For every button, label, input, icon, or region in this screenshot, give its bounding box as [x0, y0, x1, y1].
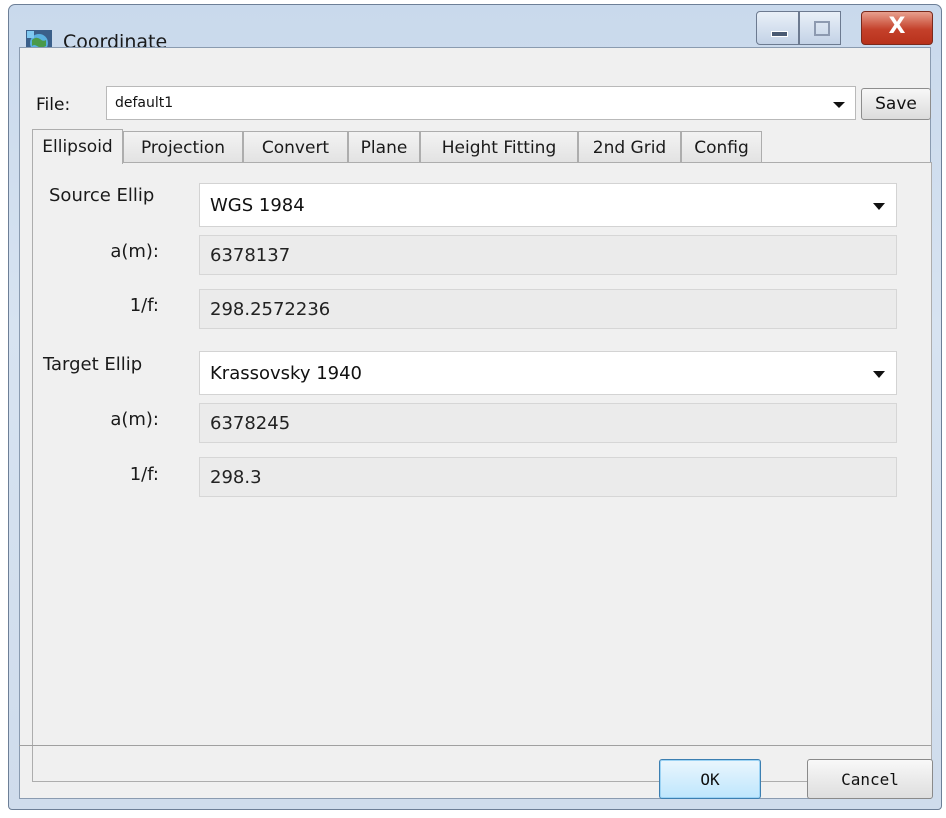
- target-f-field: 298.3: [199, 457, 897, 497]
- source-ellip-label: Source Ellip: [49, 185, 155, 206]
- source-ellip-value: WGS 1984: [210, 195, 305, 216]
- source-f-field: 298.2572236: [199, 289, 897, 329]
- tab-2nd-grid[interactable]: 2nd Grid: [578, 131, 681, 163]
- footer-divider: [19, 745, 931, 746]
- target-a-label: a(m):: [110, 409, 159, 430]
- tab-projection[interactable]: Projection: [123, 131, 243, 163]
- target-a-field: 6378245: [199, 403, 897, 443]
- chevron-down-icon[interactable]: [827, 95, 851, 113]
- source-f-label: 1/f:: [129, 295, 159, 316]
- source-a-field: 6378137: [199, 235, 897, 275]
- dialog-window: Coordinate X File: default1 Save Ellipso…: [8, 4, 942, 810]
- source-f-value: 298.2572236: [210, 299, 331, 320]
- maximize-button[interactable]: [799, 11, 841, 45]
- target-a-value: 6378245: [210, 413, 291, 434]
- dialog-client-area: File: default1 Save Ellipsoid Projection…: [19, 47, 932, 799]
- tab-plane[interactable]: Plane: [348, 131, 420, 163]
- source-a-value: 6378137: [210, 245, 291, 266]
- chevron-down-icon[interactable]: [872, 368, 886, 380]
- source-ellip-select[interactable]: WGS 1984: [199, 183, 897, 227]
- target-ellip-select[interactable]: Krassovsky 1940: [199, 351, 897, 395]
- file-combo[interactable]: default1: [106, 86, 856, 120]
- file-combo-value: default1: [115, 95, 174, 111]
- close-button[interactable]: X: [861, 11, 933, 45]
- tab-height-fitting[interactable]: Height Fitting: [420, 131, 578, 163]
- minimize-icon: [771, 31, 788, 37]
- tab-config[interactable]: Config: [681, 131, 762, 163]
- target-ellip-value: Krassovsky 1940: [210, 363, 362, 384]
- target-f-value: 298.3: [210, 467, 262, 488]
- close-icon: X: [888, 14, 906, 39]
- chevron-down-icon[interactable]: [872, 200, 886, 212]
- ok-button[interactable]: OK: [659, 759, 761, 799]
- target-f-label: 1/f:: [129, 464, 159, 485]
- tab-convert[interactable]: Convert: [243, 131, 348, 163]
- target-ellip-label: Target Ellip: [43, 354, 143, 375]
- tab-ellipsoid[interactable]: Ellipsoid: [32, 129, 123, 164]
- file-label: File:: [36, 95, 71, 115]
- save-button[interactable]: Save: [861, 88, 931, 120]
- maximize-icon: [814, 21, 830, 36]
- cancel-button[interactable]: Cancel: [807, 759, 933, 799]
- ellipsoid-panel: Source Ellip WGS 1984 a(m): 6378137 1/f:…: [32, 162, 932, 782]
- minimize-button[interactable]: [756, 11, 799, 45]
- source-a-label: a(m):: [110, 241, 159, 262]
